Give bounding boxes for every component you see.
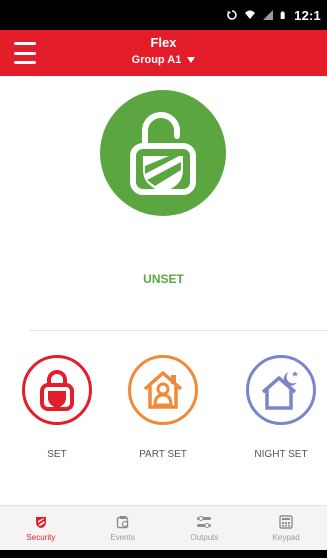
app-bar: Flex Group A1 bbox=[0, 30, 327, 76]
unset-status-button[interactable] bbox=[100, 90, 226, 216]
status-label: UNSET bbox=[143, 272, 184, 286]
arming-status-panel: UNSET bbox=[0, 76, 327, 326]
tab-keypad[interactable]: Keypad bbox=[245, 506, 327, 550]
status-bar: 12:1 bbox=[0, 0, 327, 30]
mode-buttons: SET PART SET NIGHT SET bbox=[0, 355, 327, 485]
house-moon-icon bbox=[261, 371, 298, 410]
tab-events-label: Events bbox=[110, 532, 135, 542]
locked-padlock-icon bbox=[40, 370, 74, 411]
part-set-button[interactable]: PART SET bbox=[118, 355, 208, 460]
tab-keypad-label: Keypad bbox=[272, 532, 300, 542]
rotate-icon bbox=[227, 10, 237, 20]
events-icon bbox=[116, 515, 128, 528]
tab-security[interactable]: Security bbox=[0, 506, 82, 550]
battery-icon bbox=[280, 11, 285, 19]
divider bbox=[30, 330, 327, 331]
app-title: Flex bbox=[150, 35, 177, 50]
set-button[interactable]: SET bbox=[12, 355, 102, 460]
group-selector[interactable]: Group A1 bbox=[0, 54, 327, 66]
night-set-ring bbox=[246, 355, 316, 425]
unlocked-padlock-shield-icon bbox=[130, 112, 196, 195]
keypad-icon bbox=[279, 514, 293, 529]
part-set-ring bbox=[128, 355, 198, 425]
house-person-icon bbox=[143, 371, 183, 409]
signal-icon bbox=[263, 10, 274, 20]
status-time: 12:1 bbox=[294, 7, 321, 23]
outputs-icon bbox=[197, 515, 212, 528]
set-label: SET bbox=[47, 449, 67, 460]
wifi-icon bbox=[245, 10, 256, 19]
tab-events[interactable]: Events bbox=[82, 506, 164, 550]
part-set-label: PART SET bbox=[139, 449, 187, 460]
group-label: Group A1 bbox=[131, 54, 182, 66]
tab-outputs[interactable]: Outputs bbox=[164, 506, 246, 550]
tab-security-label: Security bbox=[26, 532, 56, 542]
tab-outputs-label: Outputs bbox=[190, 532, 219, 542]
security-icon bbox=[35, 516, 46, 528]
set-ring bbox=[22, 355, 92, 425]
night-set-button[interactable]: NIGHT SET bbox=[236, 355, 326, 460]
chevron-down-icon bbox=[187, 57, 196, 63]
bottom-nav: Security Events Outputs Keypad bbox=[0, 505, 327, 550]
night-set-label: NIGHT SET bbox=[254, 449, 308, 460]
system-nav-strip bbox=[0, 550, 327, 558]
